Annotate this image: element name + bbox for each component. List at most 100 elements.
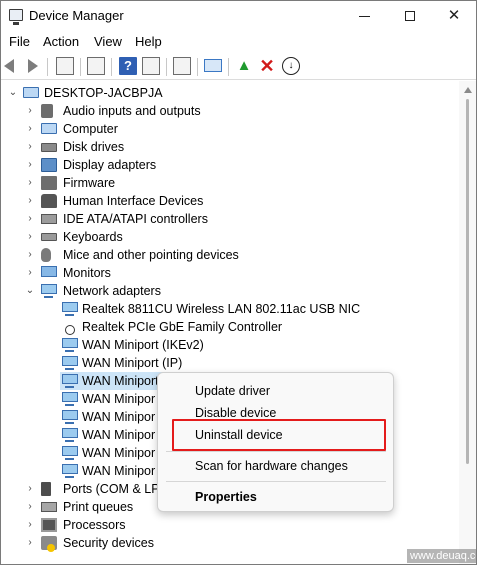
device-label: WAN Minipor <box>82 392 156 406</box>
minimize-icon <box>358 15 370 17</box>
tree-item-keyboards[interactable]: › Keyboards <box>1 228 301 246</box>
chevron-right-icon[interactable]: › <box>24 156 36 174</box>
menu-separator <box>166 481 386 482</box>
tree-item-processors[interactable]: › Processors <box>1 516 161 534</box>
tree-device-wan[interactable]: WAN Minipor <box>1 444 161 462</box>
tree-item-security-devices[interactable]: › Security devices <box>1 534 161 552</box>
close-button[interactable]: ✕ <box>431 1 476 31</box>
minimize-button[interactable] <box>341 1 387 31</box>
tree-item-label: IDE ATA/ATAPI controllers <box>63 212 208 226</box>
processor-icon <box>41 518 57 532</box>
vertical-scrollbar[interactable] <box>459 81 476 564</box>
tree-item-ports[interactable]: › Ports (COM & LPT <box>1 480 167 498</box>
help-icon[interactable]: ? <box>119 57 137 75</box>
warning-icon <box>47 544 55 552</box>
tree-item-display-adapters[interactable]: › Display adapters <box>1 156 301 174</box>
tree-item-audio[interactable]: › Audio inputs and outputs <box>1 102 301 120</box>
tree-item-ide[interactable]: › IDE ATA/ATAPI controllers <box>1 210 301 228</box>
chevron-right-icon[interactable]: › <box>24 192 36 210</box>
tree-item-print-queues[interactable]: › Print queues <box>1 498 161 516</box>
chevron-right-icon[interactable]: › <box>24 210 36 228</box>
scroll-up-icon[interactable] <box>464 87 472 93</box>
chevron-right-icon[interactable]: › <box>24 120 36 138</box>
keyboard-icon <box>41 233 57 241</box>
tree-root[interactable]: ⌄ DESKTOP-JACBPJA <box>1 84 301 102</box>
tree-device-wan-ip[interactable]: WAN Miniport (IP) <box>1 354 451 372</box>
device-manager-app-icon <box>9 9 23 25</box>
menu-scan-hardware-changes[interactable]: Scan for hardware changes <box>195 457 348 475</box>
toolbar-divider <box>47 58 48 76</box>
chevron-right-icon[interactable]: › <box>24 246 36 264</box>
chevron-right-icon[interactable]: › <box>24 102 36 120</box>
tree-device-wan-selected[interactable]: WAN Miniport <box>1 372 161 390</box>
tree-item-label: Keyboards <box>63 230 123 244</box>
tree-item-firmware[interactable]: › Firmware <box>1 174 301 192</box>
chevron-right-icon[interactable]: › <box>24 138 36 156</box>
menu-action[interactable]: Action <box>43 34 79 49</box>
tree-item-disk-drives[interactable]: › Disk drives <box>1 138 301 156</box>
network-adapter-icon <box>62 338 78 352</box>
tree-item-network-adapters[interactable]: ⌄ Network adapters <box>1 282 301 300</box>
tree-item-computer[interactable]: › Computer <box>1 120 301 138</box>
title-bar[interactable]: Device Manager ✕ <box>1 1 476 31</box>
back-arrow-icon[interactable] <box>4 59 14 73</box>
properties-grid-icon[interactable] <box>56 57 74 75</box>
chevron-right-icon[interactable]: › <box>24 264 36 282</box>
monitor-icon[interactable] <box>204 59 222 72</box>
chevron-right-icon[interactable]: › <box>24 480 36 498</box>
chevron-right-icon[interactable]: › <box>24 498 36 516</box>
menu-file[interactable]: File <box>9 34 30 49</box>
device-label: WAN Minipor <box>82 428 156 442</box>
download-icon[interactable]: ↓ <box>282 57 300 75</box>
tree-device-wan[interactable]: WAN Minipor <box>1 390 161 408</box>
ide-controller-icon <box>41 214 57 224</box>
tree-item-label: Mice and other pointing devices <box>63 248 239 262</box>
menu-properties[interactable]: Properties <box>195 488 257 506</box>
menu-separator <box>166 451 386 452</box>
maximize-icon <box>405 11 415 22</box>
forward-arrow-icon[interactable] <box>28 59 38 73</box>
tree-device-realtek-wireless[interactable]: Realtek 8811CU Wireless LAN 802.11ac USB… <box>1 300 451 318</box>
disk-drive-icon <box>41 143 57 152</box>
tree-item-label: Print queues <box>63 500 134 514</box>
tree-device-wan[interactable]: WAN Minipor <box>1 426 161 444</box>
window-title: Device Manager <box>29 8 124 23</box>
tree-item-monitors[interactable]: › Monitors <box>1 264 301 282</box>
chevron-right-icon[interactable]: › <box>24 174 36 192</box>
tree-item-hid[interactable]: › Human Interface Devices <box>1 192 301 210</box>
computer-icon <box>23 87 39 98</box>
tree-device-wan-ikev2[interactable]: WAN Miniport (IKEv2) <box>1 336 451 354</box>
device-list-icon[interactable] <box>87 57 105 75</box>
maximize-button[interactable] <box>387 1 433 31</box>
update-driver-icon[interactable]: ▲ <box>235 57 253 75</box>
printer-icon <box>41 502 57 512</box>
network-adapter-icon <box>62 464 78 478</box>
security-device-icon <box>41 536 57 552</box>
chevron-down-icon[interactable]: ⌄ <box>7 84 19 102</box>
menu-view[interactable]: View <box>94 34 122 49</box>
tree-device-wan[interactable]: WAN Minipor <box>1 408 161 426</box>
tree-device-realtek-pcie[interactable]: Realtek PCIe GbE Family Controller <box>1 318 451 336</box>
tree-item-mice[interactable]: › Mice and other pointing devices <box>1 246 301 264</box>
chevron-down-icon[interactable]: ⌄ <box>24 282 36 300</box>
chevron-right-icon[interactable]: › <box>24 516 36 534</box>
tree-device-wan[interactable]: WAN Minipor <box>1 462 161 480</box>
network-adapter-icon <box>41 284 57 298</box>
menu-help[interactable]: Help <box>135 34 162 49</box>
toolbar-divider <box>228 58 229 76</box>
tree-item-label: Firmware <box>63 176 116 190</box>
network-adapter-icon <box>62 374 78 388</box>
device-label: WAN Minipor <box>82 410 156 424</box>
scan-hardware-icon[interactable] <box>173 57 191 75</box>
menu-update-driver[interactable]: Update driver <box>195 382 270 400</box>
network-adapter-icon <box>62 410 78 424</box>
uninstall-icon[interactable]: ✕ <box>258 57 276 75</box>
device-label: Realtek PCIe GbE Family Controller <box>82 320 283 334</box>
view-icon[interactable] <box>142 57 160 75</box>
chevron-right-icon[interactable]: › <box>24 534 36 552</box>
mouse-icon <box>41 248 51 262</box>
chevron-right-icon[interactable]: › <box>24 228 36 246</box>
network-adapter-icon <box>62 428 78 442</box>
tree-item-label: Monitors <box>63 266 111 280</box>
scrollbar-thumb[interactable] <box>466 99 469 464</box>
